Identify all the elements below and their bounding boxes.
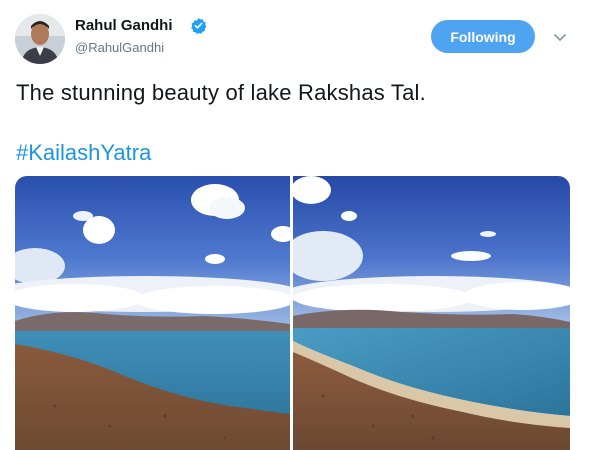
tweet-text: The stunning beauty of lake Rakshas Tal. [16,80,426,105]
chevron-down-icon [554,34,566,41]
avatar-image [15,14,65,64]
lake-photo-right [293,176,570,450]
tweet-media [15,176,570,450]
author-handle[interactable]: @RahulGandhi [75,40,164,55]
avatar[interactable] [15,14,65,64]
following-button[interactable]: Following [431,20,535,53]
photo-left[interactable] [15,176,290,450]
author-name[interactable]: Rahul Gandhi [75,17,173,34]
lake-photo-left [15,176,290,450]
tweet-menu-button[interactable] [550,27,570,47]
verified-badge-icon [191,18,207,34]
photo-right[interactable] [293,176,570,450]
hashtag-link[interactable]: #KailashYatra [16,140,151,166]
